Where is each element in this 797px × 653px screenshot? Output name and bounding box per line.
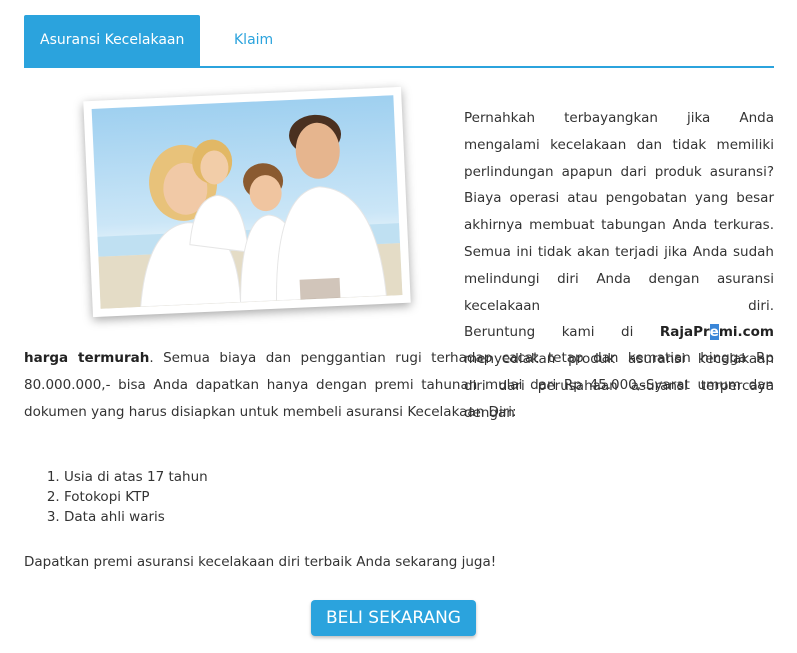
- insurance-panel: Asuransi Kecelakaan Diri Klaim Pernahkah…: [24, 15, 774, 636]
- brand-name: RajaPremi.com: [659, 324, 774, 341]
- requirements-list: Usia di atas 17 tahun Fotokopi KTP Data …: [24, 467, 208, 527]
- tab-bar: Asuransi Kecelakaan Diri Klaim: [24, 15, 774, 99]
- intro-lucky-text: Beruntung kami di: [464, 324, 634, 341]
- text-selection-highlight: e: [709, 324, 719, 341]
- list-item: Fotokopi KTP: [64, 487, 208, 507]
- buy-now-button[interactable]: BELI SEKARANG: [311, 600, 476, 636]
- family-illustration: [97, 114, 403, 309]
- price-highlight: harga termurah: [24, 350, 150, 366]
- tab-asuransi-kecelakaan-diri[interactable]: Asuransi Kecelakaan Diri: [24, 15, 200, 99]
- family-photo: [83, 86, 411, 318]
- cta-text: Dapatkan premi asuransi kecelakaan diri …: [24, 554, 497, 570]
- list-item: Usia di atas 17 tahun: [64, 467, 208, 487]
- tab-klaim[interactable]: Klaim: [234, 15, 294, 66]
- list-item: Data ahli waris: [64, 507, 208, 527]
- intro-text: Pernahkah terbayangkan jika Anda mengala…: [464, 110, 774, 314]
- price-paragraph: harga termurah. Semua biaya dan penggant…: [24, 345, 774, 425]
- family-photo-image: [91, 95, 403, 309]
